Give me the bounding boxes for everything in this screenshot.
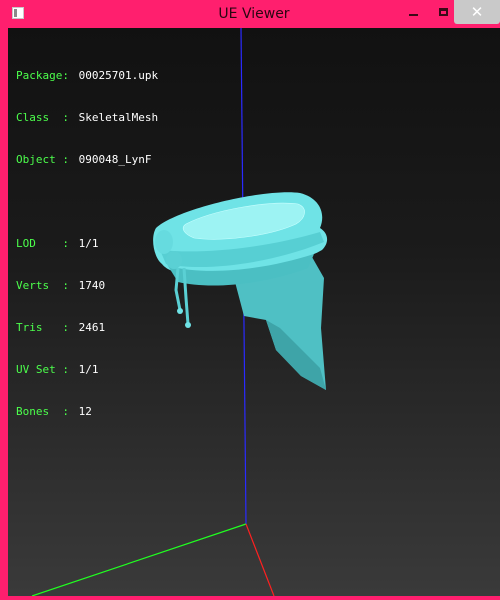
info-spacer: [16, 195, 158, 209]
app-window: UE Viewer ✕ Package: 00025701.upk Class …: [0, 0, 500, 600]
mesh-knot-2: [166, 251, 182, 269]
info-lod-row: LOD : 1/1: [16, 237, 158, 251]
3d-viewport[interactable]: Package: 00025701.upk Class : SkeletalMe…: [8, 28, 500, 596]
mesh-bead-2: [185, 322, 191, 328]
info-label: LOD :: [16, 237, 69, 250]
mesh-bead-1: [177, 308, 183, 314]
x-axis-line: [245, 523, 275, 596]
info-label: Verts :: [16, 279, 69, 292]
info-label: Bones :: [16, 405, 69, 418]
minimize-button[interactable]: [398, 0, 428, 24]
tris-value: 2461: [78, 321, 106, 334]
uvset-value: 1/1: [78, 363, 99, 376]
maximize-icon: [438, 8, 448, 16]
info-tris-row: Tris : 2461: [16, 321, 158, 335]
info-class-row: Class : SkeletalMesh: [16, 111, 158, 125]
close-button[interactable]: ✕: [454, 0, 500, 24]
minimize-icon: [408, 14, 418, 16]
skeletal-mesh[interactable]: [153, 192, 328, 390]
info-label: Package:: [16, 69, 69, 82]
object-value: 090048_LynF: [78, 153, 152, 166]
bones-value: 12: [78, 405, 92, 418]
info-package-row: Package: 00025701.upk: [16, 69, 158, 83]
info-verts-row: Verts : 1740: [16, 279, 158, 293]
info-object-row: Object : 090048_LynF: [16, 153, 158, 167]
info-label: Class :: [16, 111, 69, 124]
title-bar[interactable]: UE Viewer ✕: [4, 0, 500, 28]
close-icon: ✕: [470, 2, 484, 21]
info-bones-row: Bones : 12: [16, 405, 158, 419]
info-label: Tris :: [16, 321, 69, 334]
info-label: UV Set :: [16, 363, 69, 376]
package-value: 00025701.upk: [78, 69, 159, 82]
info-uvset-row: UV Set : 1/1: [16, 363, 158, 377]
y-axis-line: [31, 523, 247, 596]
lod-value: 1/1: [78, 237, 99, 250]
info-label: Object :: [16, 153, 69, 166]
verts-value: 1740: [78, 279, 106, 292]
class-value: SkeletalMesh: [78, 111, 159, 124]
mesh-info-panel: Package: 00025701.upk Class : SkeletalMe…: [16, 41, 158, 447]
